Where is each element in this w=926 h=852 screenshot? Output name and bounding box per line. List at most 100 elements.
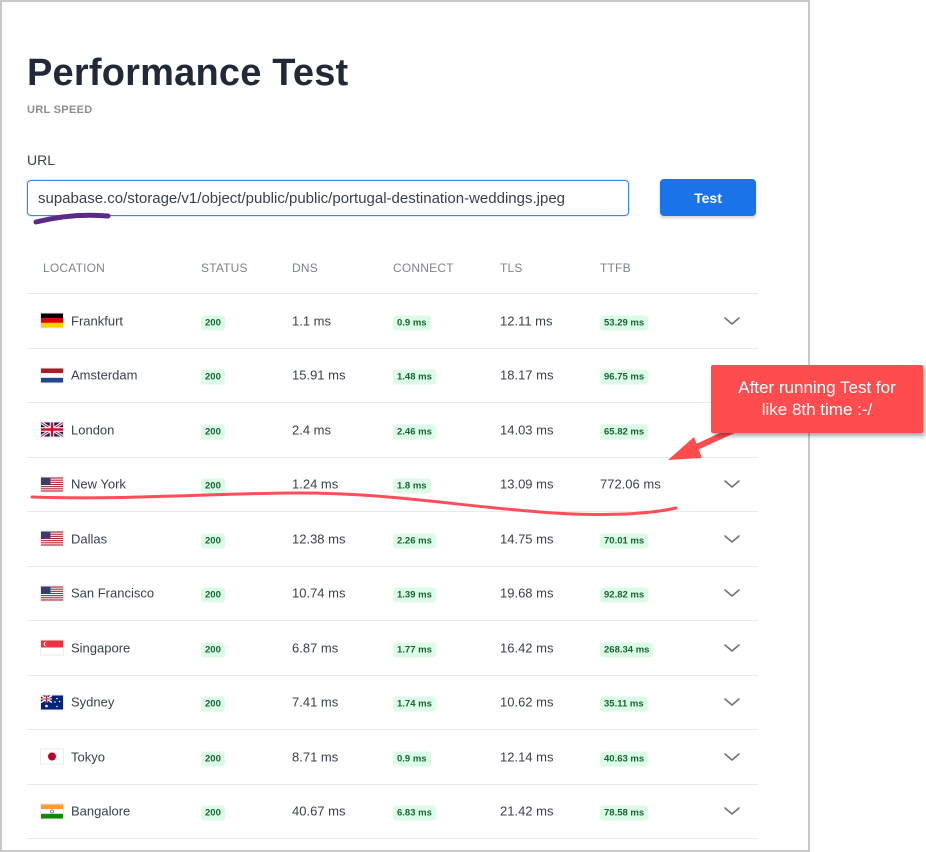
location-name: Amsterdam [71,367,138,383]
table-row[interactable]: London 200 2.4 ms 2.46 ms 14.03 ms 65.82 ms [27,403,758,458]
connect-badge: 2.46 ms [393,424,436,440]
status-badge: 200 [201,642,225,658]
connect-badge: 1.39 ms [393,587,436,603]
table-row[interactable]: Bangalore 200 40.67 ms 6.83 ms 21.42 ms 78.58… [27,785,758,839]
chevron-down-icon[interactable] [723,475,741,493]
table-header: LOCATION STATUS DNS CONNECT TLS TTFB [27,242,758,294]
chevron-down-icon[interactable] [723,312,741,330]
chevron-down-icon[interactable] [723,639,741,657]
location-name: Sydney [71,694,115,710]
tls-value: 14.75 ms [500,531,554,547]
test-button[interactable]: Test [660,179,756,216]
tls-value: 14.03 ms [500,422,554,438]
table-row[interactable]: Frankfurt 200 1.1 ms 0.9 ms 12.11 ms 53.29 ms [27,294,758,349]
ttfb-value: 35.11 ms [600,696,648,712]
dns-value: 8.71 ms [292,749,339,765]
chevron-down-icon[interactable] [723,530,741,548]
connect-badge: 0.9 ms [393,751,431,767]
location-name: Frankfurt [71,313,124,329]
column-header-connect: CONNECT [393,261,454,275]
germany-flag-icon [41,313,63,328]
dns-value: 10.74 ms [292,585,346,601]
tls-value: 13.09 ms [500,476,554,492]
location-name: San Francisco [71,585,155,601]
location-name: Singapore [71,640,131,656]
ttfb-value: 268.34 ms [600,642,654,658]
column-header-status: STATUS [201,261,248,275]
chevron-down-icon[interactable] [723,693,741,711]
location-name: London [71,422,115,438]
table-row[interactable]: Dallas 200 12.38 ms 2.26 ms 14.75 ms 70.01 ms [27,512,758,567]
us-flag-icon [41,477,63,492]
chevron-down-icon[interactable] [723,584,741,602]
app-window: Performance Test URL SPEED URL Test LOCA… [0,0,810,852]
status-badge: 200 [201,369,225,385]
india-flag-icon [41,804,63,819]
table-row[interactable]: Singapore 200 6.87 ms 1.77 ms 16.42 ms 268.34… [27,621,758,676]
ttfb-value: 53.29 ms [600,315,649,331]
table-row[interactable]: Amsterdam 200 15.91 ms 1.48 ms 18.17 ms 96.75… [27,349,758,403]
japan-flag-icon [41,749,63,764]
table-row[interactable]: Sydney 200 7.41 ms 1.74 ms 10.62 ms 35.11 ms [27,676,758,730]
dns-value: 1.1 ms [292,313,332,329]
location-name: Tokyo [71,749,105,765]
location-name: Dallas [71,531,108,547]
status-badge: 200 [201,424,225,440]
location-cell: New York [41,477,126,492]
table-row[interactable]: Tokyo 200 8.71 ms 0.9 ms 12.14 ms 40.63 ms [27,730,758,785]
connect-badge: 1.8 ms [393,478,431,494]
location-cell: Sydney [41,695,114,710]
chevron-down-icon[interactable] [723,748,741,766]
status-badge: 200 [201,533,225,549]
dns-value: 2.4 ms [292,422,332,438]
connect-badge: 2.26 ms [393,533,436,549]
connect-badge: 6.83 ms [393,805,436,821]
column-header-dns: DNS [292,261,318,275]
tls-value: 16.42 ms [500,640,554,656]
dns-value: 1.24 ms [292,476,339,492]
table-row[interactable]: New York 200 1.24 ms 1.8 ms 13.09 ms 772.06 m… [27,458,758,512]
ttfb-value: 96.75 ms [600,369,649,385]
tls-value: 12.14 ms [500,749,554,765]
table-body: Frankfurt 200 1.1 ms 0.9 ms 12.11 ms 53.29 ms… [27,294,758,839]
dns-value: 6.87 ms [292,640,339,656]
ttfb-value: 65.82 ms [600,424,649,440]
connect-badge: 1.77 ms [393,642,436,658]
location-cell: San Francisco [41,586,154,601]
column-header-location: LOCATION [43,261,106,275]
tls-value: 18.17 ms [500,367,554,383]
dns-value: 15.91 ms [292,367,346,383]
ttfb-value: 78.58 ms [600,805,649,821]
annotation-callout: After running Test for like 8th time :-/ [711,365,923,433]
tls-value: 21.42 ms [500,803,554,819]
dns-value: 12.38 ms [292,531,346,547]
url-input[interactable] [27,180,629,216]
dns-value: 7.41 ms [292,694,339,710]
table-row[interactable]: San Francisco 200 10.74 ms 1.39 ms 19.68 ms 9… [27,567,758,621]
location-cell: Tokyo [41,749,105,764]
page-subtitle: URL SPEED [27,104,93,116]
status-badge: 200 [201,696,225,712]
column-header-tls: TLS [500,261,523,275]
location-name: New York [71,476,126,492]
ttfb-value: 772.06 ms [600,476,661,492]
status-badge: 200 [201,478,225,494]
location-cell: Singapore [41,640,130,655]
uk-flag-icon [41,422,63,437]
ttfb-value: 40.63 ms [600,751,649,767]
ttfb-value: 70.01 ms [600,533,649,549]
tls-value: 19.68 ms [500,585,554,601]
chevron-down-icon[interactable] [723,802,741,820]
connect-badge: 1.48 ms [393,369,436,385]
tls-value: 10.62 ms [500,694,554,710]
status-badge: 200 [201,805,225,821]
us-flag-icon [41,531,63,546]
netherlands-flag-icon [41,368,63,383]
status-badge: 200 [201,751,225,767]
location-cell: Dallas [41,531,107,546]
singapore-flag-icon [41,640,63,655]
connect-badge: 0.9 ms [393,315,431,331]
results-table: LOCATION STATUS DNS CONNECT TLS TTFB Fra… [27,242,758,839]
australia-flag-icon [41,695,63,710]
location-name: Bangalore [71,803,131,819]
